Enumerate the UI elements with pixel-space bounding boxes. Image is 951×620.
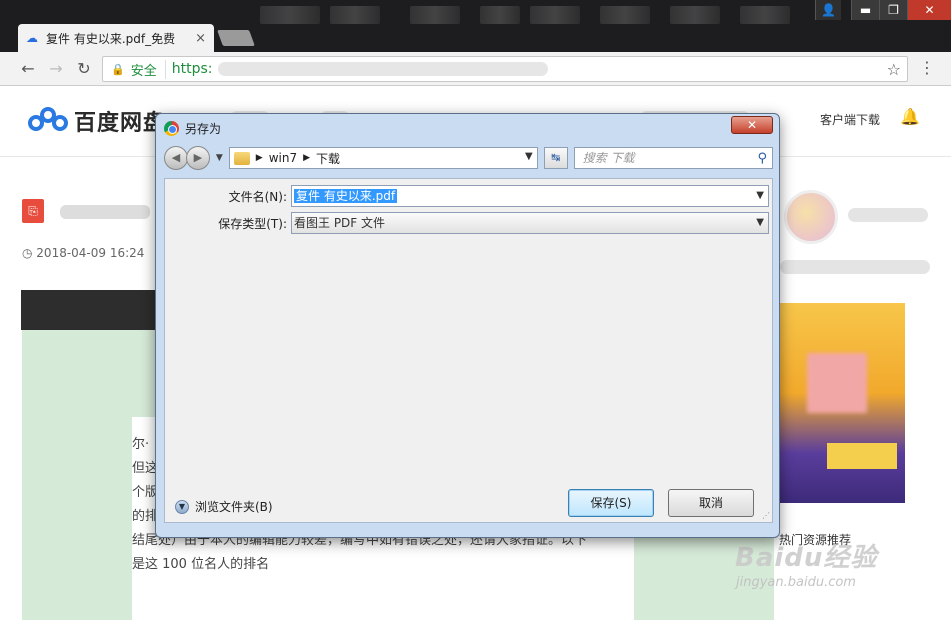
- filename-input[interactable]: 复件 有史以来.pdf ▼: [291, 185, 769, 207]
- doc-title-blur: [60, 205, 150, 219]
- uploader-info-blur: [780, 260, 930, 274]
- browse-folders-label: 浏览文件夹(B): [195, 500, 273, 514]
- filetype-row: 保存类型(T): 看图王 PDF 文件 ▼: [165, 212, 769, 234]
- bell-icon[interactable]: 🔔: [900, 107, 920, 126]
- folder-path-box[interactable]: ▶ win7 ▶ 下载 ▼: [228, 147, 538, 169]
- taskbar-blur: [480, 6, 520, 24]
- taskbar-blur: [330, 6, 380, 24]
- tab-title: 复件 有史以来.pdf_免费: [46, 31, 176, 46]
- back-icon[interactable]: ◀: [164, 146, 188, 170]
- chevron-right-icon: ▶: [255, 153, 263, 163]
- filename-row: 文件名(N): 复件 有史以来.pdf ▼: [165, 185, 769, 207]
- taskbar-blur: [740, 6, 790, 24]
- watermark-url: jingyan.baidu.com: [736, 575, 856, 590]
- chrome-icon: [164, 121, 179, 136]
- promo-image-blur: [807, 353, 867, 413]
- breadcrumb-win7[interactable]: win7: [269, 151, 297, 165]
- history-dropdown-icon[interactable]: ▼: [216, 153, 223, 163]
- filename-value: 复件 有史以来.pdf: [294, 189, 398, 203]
- minimize-button[interactable]: ▬: [851, 0, 879, 20]
- window-controls: 👤 ▬ ❐ ✕: [815, 0, 951, 20]
- url-text: https:: [171, 61, 213, 77]
- forward-icon[interactable]: ▶: [185, 146, 210, 170]
- search-placeholder: 搜索 下载: [582, 151, 635, 165]
- viewer-toolbar: [21, 290, 161, 330]
- taskbar-blur: [410, 6, 460, 24]
- uploader-name-blur: [848, 208, 928, 222]
- filename-label: 文件名(N):: [228, 189, 287, 204]
- bookmark-star-icon[interactable]: ☆: [887, 60, 901, 79]
- cancel-button[interactable]: 取消: [668, 489, 754, 517]
- doc-date: ◷ 2018-04-09 16:24: [22, 246, 145, 260]
- browser-tab[interactable]: ☁ 复件 有史以来.pdf_免费 ×: [18, 24, 214, 52]
- secure-label: 安全: [131, 59, 166, 79]
- browse-folders-toggle[interactable]: ▼ 浏览文件夹(B): [175, 498, 273, 515]
- user-profile-icon[interactable]: 👤: [815, 0, 841, 20]
- browser-titlebar: ☁ 复件 有史以来.pdf_免费 × 👤 ▬ ❐ ✕: [0, 0, 951, 52]
- uploader-avatar[interactable]: [784, 190, 838, 244]
- baidu-jingyan-watermark: Baidu经验: [735, 543, 878, 573]
- save-button[interactable]: 保存(S): [568, 489, 654, 517]
- chevron-right-icon: ▶: [303, 153, 310, 163]
- browser-toolbar: ← → ↻ 🔒 安全 https: ☆ ⋮: [0, 52, 951, 86]
- back-arrow-icon[interactable]: ←: [14, 59, 42, 78]
- dialog-title: 另存为: [185, 122, 222, 136]
- filetype-value: 看图王 PDF 文件: [294, 216, 386, 230]
- search-icon[interactable]: ⚲: [757, 149, 767, 169]
- baidu-pan-logo[interactable]: 百度网盘: [28, 105, 166, 137]
- taskbar-blur: [670, 6, 720, 24]
- baidu-pan-icon: ☁: [26, 31, 38, 45]
- expand-circle-icon: ▼: [175, 499, 189, 514]
- browser-menu-icon[interactable]: ⋮: [919, 58, 935, 77]
- dialog-titlebar: 另存为: [164, 120, 221, 137]
- logo-text: 百度网盘: [74, 111, 167, 136]
- breadcrumb-downloads[interactable]: 下载: [316, 150, 340, 167]
- taskbar-blur: [260, 6, 320, 24]
- folder-icon: [233, 151, 250, 165]
- client-download-link[interactable]: 客户端下载: [820, 111, 880, 128]
- search-downloads-input[interactable]: 搜索 下载 ⚲: [573, 147, 773, 169]
- filetype-select[interactable]: 看图王 PDF 文件 ▼: [291, 212, 769, 234]
- dialog-close-button[interactable]: ✕: [731, 116, 773, 134]
- maximize-button[interactable]: ❐: [879, 0, 907, 20]
- url-blur: [218, 62, 549, 76]
- new-tab-button[interactable]: [217, 30, 255, 46]
- promo-banner[interactable]: [777, 303, 905, 503]
- path-dropdown-icon[interactable]: ▼: [525, 151, 533, 162]
- save-as-dialog: 另存为 ✕ ◀ ▶ ▼ ▶ win7 ▶ 下载 ▼ ↹ 搜索 下载 ⚲ 文件名(…: [155, 113, 780, 538]
- filetype-dropdown-icon[interactable]: ▼: [756, 213, 764, 233]
- close-window-button[interactable]: ✕: [907, 0, 951, 20]
- reload-icon[interactable]: ↻: [70, 59, 98, 78]
- address-bar[interactable]: 🔒 安全 https: ☆: [102, 56, 908, 82]
- lock-icon: 🔒: [111, 62, 125, 76]
- promo-ribbon: [827, 443, 897, 469]
- forward-arrow-icon[interactable]: →: [42, 59, 70, 78]
- pdf-file-icon: ⎘: [22, 199, 44, 223]
- dialog-body: 文件名(N): 复件 有史以来.pdf ▼ 保存类型(T): 看图王 PDF 文…: [164, 178, 773, 523]
- refresh-icon[interactable]: ↹: [543, 147, 568, 169]
- filename-dropdown-icon[interactable]: ▼: [756, 186, 764, 206]
- logo-mark-icon: [28, 107, 70, 135]
- taskbar-blur: [600, 6, 650, 24]
- resize-grip-icon[interactable]: ⋰: [762, 511, 770, 520]
- filetype-label: 保存类型(T):: [218, 216, 287, 231]
- article-line: 是这 100 位名人的排名: [132, 557, 270, 572]
- taskbar-blur: [530, 6, 580, 24]
- dialog-address-row: ◀ ▶ ▼ ▶ win7 ▶ 下载 ▼ ↹ 搜索 下载 ⚲: [164, 145, 773, 171]
- tab-close-icon[interactable]: ×: [195, 31, 206, 46]
